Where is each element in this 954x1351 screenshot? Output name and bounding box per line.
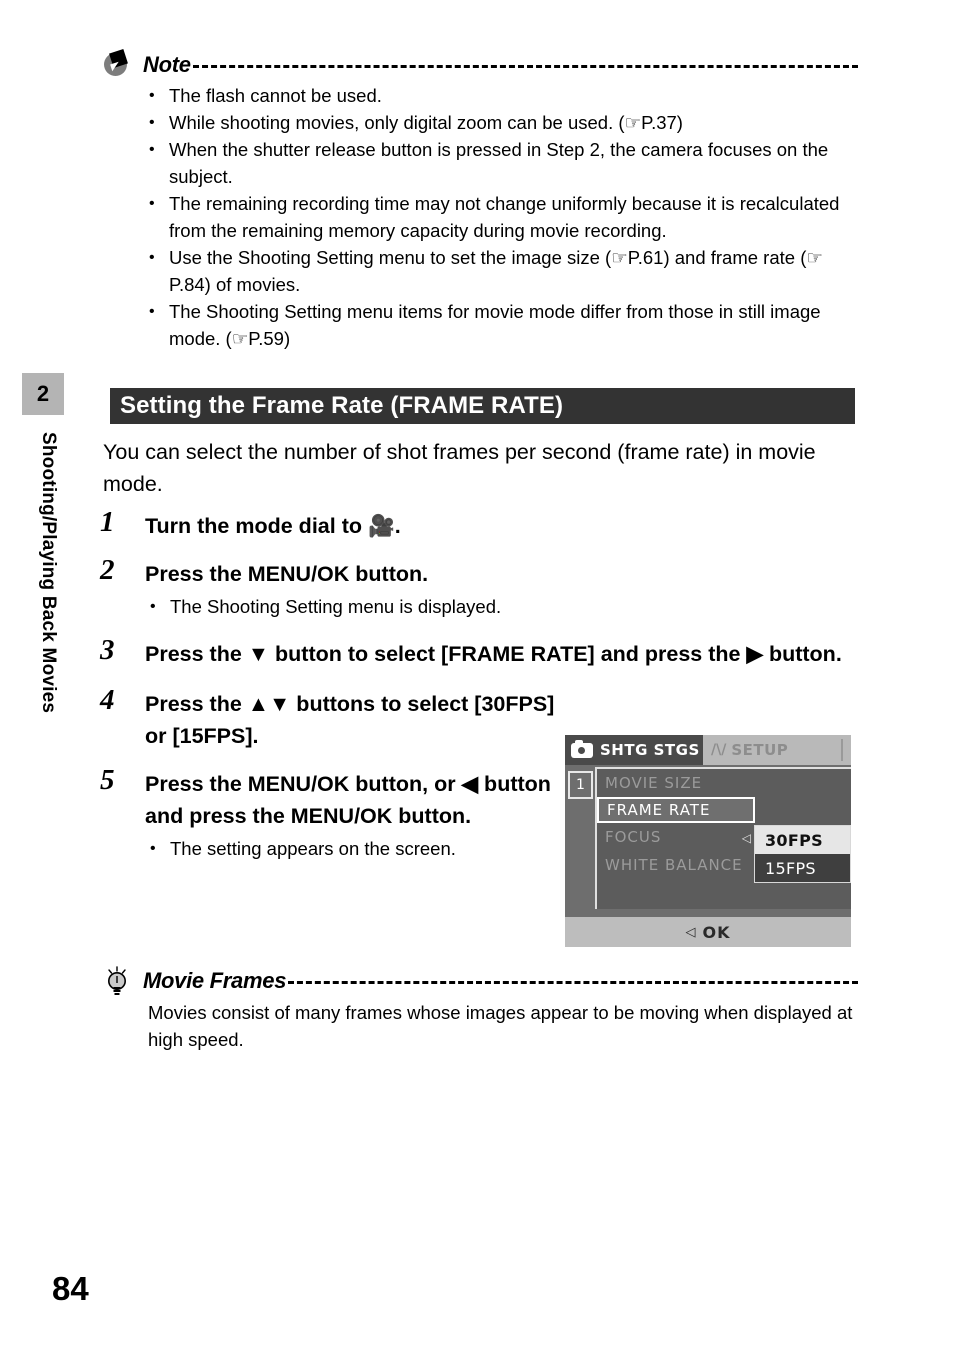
tip-header: Movie Frames [103,966,858,996]
lightbulb-icon [103,966,133,996]
list-item: The remaining recording time may not cha… [143,190,858,244]
ok-left-arrow-icon: ◁ [685,924,697,940]
step-number: 1 [100,506,115,538]
step-detail: The setting appears on the screen. [100,835,610,862]
step-instruction: Press the MENU/OK button, or ◀ button an… [145,772,551,828]
lcd-page-indicator: 1 [568,771,593,799]
list-item: While shooting movies, only digital zoom… [143,109,858,136]
note-callout: Note The flash cannot be used. While sho… [103,49,858,352]
step-instruction: Press the ▼ button to select [FRAME RATE… [145,642,842,666]
lcd-footer-bar: ◁ OK [565,917,851,947]
step-number: 3 [100,634,115,666]
list-item: The Shooting Setting menu items for movi… [143,298,858,352]
note-body: The flash cannot be used. While shooting… [103,80,858,352]
step-instruction: Press the MENU/OK button. [145,562,429,586]
tip-title: Movie Frames [143,968,287,993]
section-header-bar: Setting the Frame Rate (FRAME RATE) [110,388,855,424]
step-number: 2 [100,554,115,586]
note-icon [103,49,133,80]
camera-lcd-screenshot: SHTG STGS /\/ SETUP 1 MOVIE SIZE FRAME R… [565,735,851,947]
note-dash-rule [192,54,858,76]
step-instruction: Turn the mode dial to 🎥. [145,514,401,538]
tab-shooting-settings-label: SHTG STGS [600,741,700,759]
menu-item-frame-rate[interactable]: FRAME RATE [597,797,755,823]
submenu-option-30fps[interactable]: 30FPS [755,826,850,854]
tab-setup[interactable]: /\/ SETUP [711,735,788,765]
list-item: When the shutter release button is press… [143,136,858,190]
note-header: Note [103,49,858,80]
step-detail: The Shooting Setting menu is displayed. [100,593,860,620]
list-item: The flash cannot be used. [143,82,858,109]
section-intro-text: You can select the number of shot frames… [103,440,816,496]
wrench-icon: /\/ [711,742,727,758]
tip-dash-rule [288,970,858,992]
note-title: Note [143,52,191,77]
tab-setup-label: SETUP [731,741,789,759]
step-number: 5 [100,764,115,796]
tab-bar-edge [841,739,843,761]
lcd-footer-label: OK [702,922,731,942]
chevron-left-icon: ◁ [741,831,751,845]
tip-body-text: Movies consist of many frames whose imag… [148,1002,853,1050]
step-1: 1 Turn the mode dial to 🎥. [100,506,860,542]
step-3: 3 Press the ▼ button to select [FRAME RA… [100,634,860,670]
camera-icon [571,739,593,758]
frame-rate-submenu: 30FPS 15FPS [754,825,851,883]
lcd-menu-panel: MOVIE SIZE FRAME RATE FOCUS WHITE BALANC… [595,767,851,909]
menu-item-movie-size[interactable]: MOVIE SIZE [597,769,851,797]
tab-shooting-settings[interactable]: SHTG STGS [565,735,703,765]
step-instruction: Press the ▲▼ buttons to select [30FPS] o… [145,692,555,748]
lcd-tab-bar: SHTG STGS /\/ SETUP [565,735,851,765]
step-number: 4 [100,684,115,716]
page-title: Setting the Frame Rate (FRAME RATE) [120,392,564,419]
list-item: Use the Shooting Setting menu to set the… [143,244,858,298]
tip-callout: Movie Frames Movies consist of many fram… [103,966,858,1053]
chapter-vertical-label: Shooting/Playing Back Movies [38,432,59,714]
submenu-option-15fps[interactable]: 15FPS [755,854,850,882]
chapter-number-tab: 2 [22,373,64,415]
note-bullet-list: The flash cannot be used. While shooting… [143,82,858,352]
step-2: 2 Press the MENU/OK button. The Shooting… [100,554,860,620]
chapter-vertical-title: Shooting/Playing Back Movies [19,432,61,832]
page-number: 84 [52,1270,89,1307]
